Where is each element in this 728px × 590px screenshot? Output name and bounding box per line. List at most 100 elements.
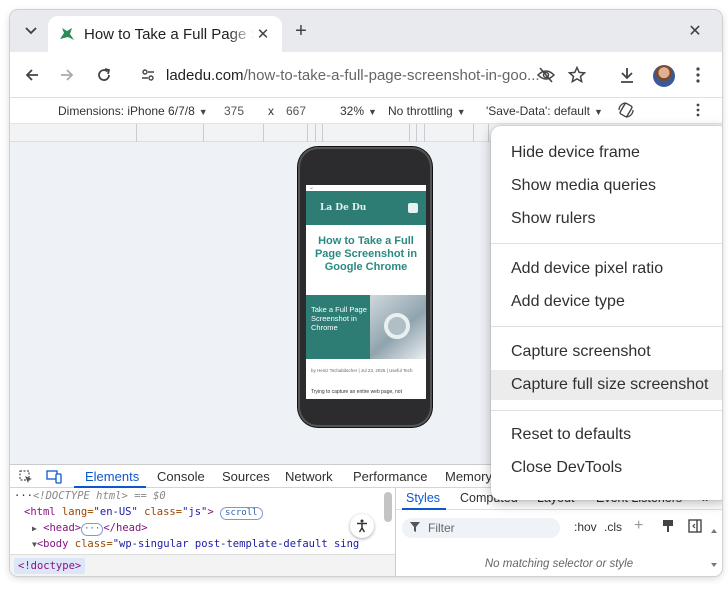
save-data-select[interactable]: 'Save-Data': default ▼ <box>486 104 603 118</box>
head-tag: <head> <box>43 522 82 534</box>
inspect-icon[interactable] <box>18 469 34 485</box>
tab-title: How to Take a Full Page Screenshot in Go… <box>84 25 254 43</box>
breadcrumb[interactable]: <!doctype> <box>14 558 86 574</box>
menu-item-show-rulers[interactable]: Show rulers <box>491 204 722 234</box>
dom-line-body[interactable]: ▼<body class="wp-singular post-template-… <box>32 538 359 550</box>
sidebar-toggle-icon[interactable] <box>688 519 702 536</box>
url-path: /how-to-take-a-full-page-screenshot-in-g… <box>243 66 540 84</box>
empty-styles-message: No matching selector or style <box>484 558 634 570</box>
tab-close-icon[interactable]: ✕ <box>254 25 272 43</box>
chevron-down-icon: ▼ <box>593 107 603 117</box>
tab-network[interactable]: Network <box>285 469 333 484</box>
forward-icon[interactable] <box>55 63 79 87</box>
device-toggle-icon[interactable] <box>46 469 62 485</box>
star-icon[interactable] <box>565 63 589 87</box>
menu-divider <box>491 410 722 411</box>
tab-performance[interactable]: Performance <box>353 469 427 484</box>
back-icon[interactable] <box>20 63 44 87</box>
site-header: La De Du <box>306 191 426 225</box>
zoom-label: 32% <box>340 104 365 118</box>
accessibility-icon[interactable] <box>350 514 374 538</box>
doctype-text: <!DOCTYPE html> <box>32 490 128 502</box>
download-icon[interactable] <box>615 63 639 87</box>
head-tag-close: </head> <box>103 522 148 534</box>
menu-item-capture-full-size-screenshot[interactable]: Capture full size screenshot <box>491 370 722 400</box>
collapsed-badge[interactable]: ··· <box>81 523 104 536</box>
new-tab-button[interactable]: + <box>290 20 312 42</box>
avatar[interactable] <box>653 65 675 87</box>
filter-placeholder: Filter <box>428 521 455 535</box>
hamburger-icon[interactable] <box>408 203 418 213</box>
browser-window: How to Take a Full Page Screenshot in Go… <box>10 10 722 576</box>
reload-icon[interactable] <box>92 63 116 87</box>
menu-item-add-device-type[interactable]: Add device type <box>491 287 722 317</box>
tab-elements[interactable]: Elements <box>85 469 139 484</box>
tab-sources[interactable]: Sources <box>222 469 270 484</box>
menu-item-hide-device-frame[interactable]: Hide device frame <box>491 138 722 168</box>
new-rule-icon[interactable]: + <box>634 517 643 535</box>
tab-strip: How to Take a Full Page Screenshot in Go… <box>10 10 722 52</box>
hero-text: Take a Full Page Screenshot in Chrome <box>311 305 367 332</box>
phone-frame: ⌄ La De Du How to Take a Full Page Scree… <box>298 147 432 427</box>
article-meta: by Heinz Tschabitscher | Jul 23, 2025 | … <box>311 368 413 373</box>
chevron-down-icon: ▼ <box>368 107 377 117</box>
elements-scrollbar[interactable] <box>384 492 392 522</box>
article-body: Trying to capture an entire web page, no… <box>311 389 402 395</box>
styles-filter-input[interactable]: Filter <box>402 518 560 538</box>
menu-item-reset-to-defaults[interactable]: Reset to defaults <box>491 420 722 450</box>
html-attr-class-value: "js" <box>182 506 208 518</box>
tab-search-icon[interactable] <box>18 18 44 44</box>
device-toolbar: Dimensions: iPhone 6/7/8 ▼ 375 x 667 32% ▼… <box>10 98 722 124</box>
paint-brush-icon[interactable] <box>662 519 674 536</box>
phone-screen[interactable]: ⌄ La De Du How to Take a Full Page Scree… <box>306 185 426 399</box>
dom-line-doctype[interactable]: ···<!DOCTYPE html> == $0 <box>14 490 166 502</box>
kebab-menu-icon[interactable] <box>686 63 710 87</box>
html-attr-lang: lang= <box>55 506 94 518</box>
url-text: ladedu.com/how-to-take-a-full-page-scree… <box>166 67 590 84</box>
article-title: How to Take a Full Page Screenshot in Go… <box>314 235 418 273</box>
site-logo: La De Du <box>320 203 367 213</box>
elements-panel: ···<!DOCTYPE html> == $0 <html lang="en-… <box>10 488 396 576</box>
dimensions-select[interactable]: Dimensions: iPhone 6/7/8 ▼ <box>58 104 208 118</box>
html-tag: <html <box>24 506 56 518</box>
zoom-select[interactable]: 32% ▼ <box>340 104 377 118</box>
expand-arrow-icon[interactable]: ▶ <box>32 524 37 533</box>
styles-panel: Styles Computed Layout Event Listeners »… <box>396 488 722 576</box>
body-tag: <body <box>36 538 69 550</box>
tab-styles[interactable]: Styles <box>406 491 440 505</box>
chevron-down-icon: ▼ <box>198 107 208 117</box>
cls-toggle[interactable]: .cls <box>604 520 622 534</box>
menu-item-add-device-pixel-ratio[interactable]: Add device pixel ratio <box>491 254 722 284</box>
html-attr-lang-value: "en-US" <box>93 506 138 518</box>
times-label: x <box>268 104 274 118</box>
device-toolbar-more-icon[interactable] <box>696 103 700 120</box>
save-data-label: 'Save-Data': default <box>486 104 590 118</box>
scroll-badge[interactable]: scroll <box>220 507 263 520</box>
rotate-icon[interactable] <box>617 101 635 122</box>
site-info-icon[interactable] <box>140 67 156 83</box>
tab-memory[interactable]: Memory <box>445 469 492 484</box>
tab-console[interactable]: Console <box>157 469 205 484</box>
tab-active[interactable]: How to Take a Full Page Screenshot in Go… <box>48 16 282 52</box>
body-attr-class: class= <box>68 538 113 550</box>
selected-marker: == $0 <box>134 490 166 502</box>
url-host: ladedu.com <box>166 66 244 84</box>
menu-item-show-media-queries[interactable]: Show media queries <box>491 171 722 201</box>
hov-toggle[interactable]: :hov <box>574 520 597 534</box>
cup-image <box>384 313 410 339</box>
height-input[interactable]: 667 <box>286 104 306 118</box>
filter-icon <box>410 521 420 535</box>
menu-item-capture-screenshot[interactable]: Capture screenshot <box>491 337 722 367</box>
menu-item-close-devtools[interactable]: Close DevTools <box>491 453 722 483</box>
styles-scrollbar[interactable] <box>710 528 718 568</box>
address-bar[interactable]: ladedu.com/how-to-take-a-full-page-scree… <box>128 59 590 91</box>
dom-line-head[interactable]: ▶ <head> ··· </head> <box>32 522 148 536</box>
html-attr-class: class= <box>137 506 183 518</box>
eye-off-icon[interactable] <box>534 63 558 87</box>
throttling-select[interactable]: No throttling ▼ <box>388 104 466 118</box>
window-close-button[interactable]: ✕ <box>684 20 706 42</box>
width-input[interactable]: 375 <box>224 104 244 118</box>
favicon-icon <box>58 25 76 43</box>
dom-line-html[interactable]: <html lang="en-US" class="js"> scroll <box>24 506 263 520</box>
hero-image: Take a Full Page Screenshot in Chrome <box>306 295 426 359</box>
